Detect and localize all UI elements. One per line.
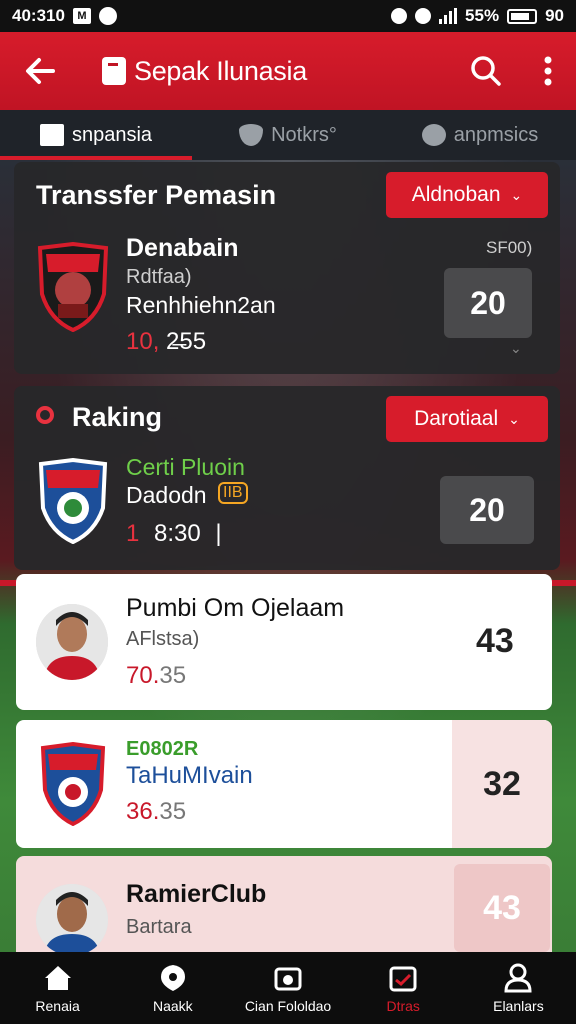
tab-bar: snpansia Notkrs° anpmsics xyxy=(0,110,576,160)
search-button[interactable] xyxy=(464,49,508,93)
app-logo-icon xyxy=(102,57,126,85)
player-avatar xyxy=(36,604,108,680)
alarm-icon xyxy=(415,8,432,24)
search-icon xyxy=(471,56,501,86)
stadium-icon xyxy=(272,962,304,994)
nav-item-cian-fololdao[interactable]: Cian Fololdao xyxy=(230,952,345,1024)
back-button[interactable] xyxy=(18,49,62,93)
battery-text: 90 xyxy=(545,6,564,25)
value-rest: 35 xyxy=(159,662,187,689)
tab-snpansia[interactable]: snpansia xyxy=(0,110,192,160)
badge-label: IIB xyxy=(218,482,248,504)
player-sub: Rdtfaa) xyxy=(126,266,192,288)
club-sub: Bartara xyxy=(126,916,192,938)
status-time: 40:310 xyxy=(12,6,65,25)
value-prefix: 36. xyxy=(126,798,160,825)
tab-notkrs[interactable]: Notkrs° xyxy=(192,110,384,160)
list-item[interactable]: Pumbi Om Ojelaam AFlstsa) 70.35 43 xyxy=(16,574,552,710)
filter-label: Darotiaal xyxy=(414,407,499,430)
arrow-left-icon xyxy=(26,58,55,84)
player-value: 10, 2̶55 xyxy=(126,328,206,356)
chevron-down-icon: ⌄ xyxy=(510,340,522,356)
club-crest-icon xyxy=(37,242,109,332)
time-value: 8:30 xyxy=(154,520,201,547)
club-name: RamierClub xyxy=(126,880,267,908)
transfer-card: Transsfer Pemasin Aldnoban ⌄ Denabain Rd… xyxy=(14,162,560,374)
nav-item-elanlars[interactable]: Elanlars xyxy=(461,952,576,1024)
divider: | xyxy=(215,520,222,547)
tab-label: snpansia xyxy=(71,123,153,146)
status-bar: 40:310 M 55% 90 xyxy=(0,0,576,32)
app-bar: Sepak Ilunasia xyxy=(0,32,576,110)
match-time: 1 8:30 | xyxy=(126,520,222,548)
player-score: 43 xyxy=(476,622,514,660)
score-box: 20 xyxy=(444,268,532,338)
shield-icon xyxy=(239,124,264,146)
player-value: 70.35 xyxy=(126,662,186,690)
signal-icon xyxy=(439,8,458,24)
nav-label: Cian Fololdao xyxy=(244,998,332,1014)
club-crest-icon xyxy=(38,458,108,544)
ranking-filter-button[interactable]: Darotiaal ⌄ xyxy=(386,396,548,442)
player-value: 36.35 xyxy=(126,798,186,826)
nav-item-dtras[interactable]: Dtras xyxy=(346,952,461,1024)
battery-icon xyxy=(507,8,538,24)
ball-icon xyxy=(157,962,189,994)
profile-icon xyxy=(502,962,534,994)
calendar-icon xyxy=(387,962,419,994)
section-title: Raking xyxy=(72,402,163,432)
filter-label: Aldnoban xyxy=(411,183,501,206)
player-avatar xyxy=(36,884,108,956)
value-prefix: 10, xyxy=(126,328,160,355)
cross-icon xyxy=(421,124,446,146)
notification-icon xyxy=(98,7,117,25)
nav-item-naakk[interactable]: Naakk xyxy=(115,952,230,1024)
more-button[interactable] xyxy=(538,49,558,93)
wifi-icon xyxy=(391,8,408,24)
section-title: Transsfer Pemasin xyxy=(36,180,277,210)
club-name: TaHuMIvain xyxy=(126,762,253,789)
nav-label: Dtras xyxy=(386,998,420,1014)
battery-percent: 55% xyxy=(465,6,500,25)
time-prefix: 1 xyxy=(126,520,140,547)
club-crest-icon xyxy=(40,742,106,826)
value-prefix: 70. xyxy=(126,662,160,689)
player-name: Dadodn xyxy=(126,482,207,508)
chevron-down-icon: ⌄ xyxy=(508,410,520,427)
nav-label: Naakk xyxy=(152,998,193,1014)
nav-label: Renaia xyxy=(35,998,80,1014)
player-tag: SF00) xyxy=(486,238,533,257)
ranking-card: Raking Darotiaal ⌄ Certi Pluoin Dadodn I… xyxy=(14,386,560,570)
player-club: Renhhiehn2an xyxy=(126,292,276,318)
app-title: Sepak Ilunasia xyxy=(134,55,307,86)
list-item[interactable]: E0802R TaHuMIvain 36.35 32 xyxy=(16,720,552,848)
score-box: 20 xyxy=(440,476,534,544)
record-icon xyxy=(36,406,54,424)
player-score: 32 xyxy=(452,720,552,848)
home-icon xyxy=(42,962,74,994)
chevron-down-icon: ⌄ xyxy=(510,186,523,203)
value-rest: 2̶55 xyxy=(166,328,207,355)
grid-icon xyxy=(39,124,64,146)
player-name-highlight: Certi Pluoin xyxy=(126,454,245,480)
tab-label: Notkrs° xyxy=(271,123,337,146)
player-name: Pumbi Om Ojelaam xyxy=(126,594,345,622)
more-vertical-icon xyxy=(544,56,552,86)
tab-anpmsics[interactable]: anpmsics xyxy=(384,110,576,160)
list-item[interactable]: RamierClub Bartara 43 xyxy=(16,856,552,956)
player-score: 43 xyxy=(454,864,550,952)
club-code: E0802R xyxy=(126,738,199,760)
mail-icon: M xyxy=(72,8,91,24)
player-name: Denabain xyxy=(126,234,239,262)
nav-item-renaia[interactable]: Renaia xyxy=(0,952,115,1024)
player-sub: AFlstsa) xyxy=(126,628,200,650)
nav-label: Elanlars xyxy=(493,998,544,1014)
value-rest: 35 xyxy=(159,798,187,825)
tab-label: anpmsics xyxy=(453,123,539,146)
bottom-nav: Renaia Naakk Cian Fololdao Dtras Elanlar… xyxy=(0,952,576,1024)
transfer-filter-button[interactable]: Aldnoban ⌄ xyxy=(386,172,548,218)
